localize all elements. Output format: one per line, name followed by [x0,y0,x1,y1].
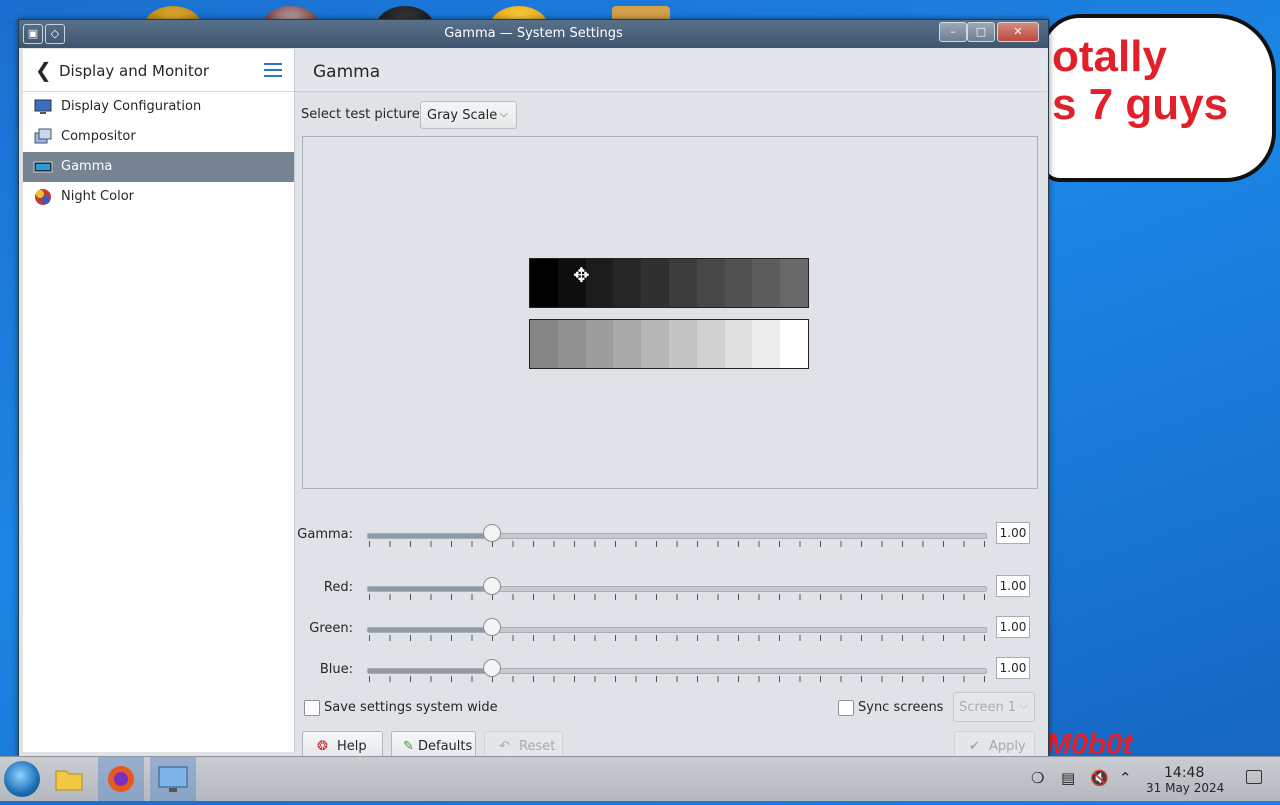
window-title: Gamma — System Settings [444,26,623,41]
green-slider-row: Green: 1.00 [295,616,1047,646]
blue-slider-handle[interactable] [482,659,501,677]
test-picture-preview: ✥ [302,136,1038,489]
sidebar-item-label: Night Color [61,189,134,204]
sync-screens-label: Sync screens [858,700,944,715]
reset-icon: ↶ [499,739,510,754]
compositor-icon [34,128,52,144]
maximize-button[interactable]: □ [967,22,995,42]
speech-bubble: otally s 7 guys [1040,14,1276,182]
blue-ticks [369,676,985,682]
firefox-task[interactable] [98,757,144,801]
close-button[interactable]: ✕ [997,22,1039,42]
red-label: Red: [323,580,353,595]
hamburger-menu-icon[interactable] [264,63,282,81]
gamma-label: Gamma: [297,527,353,542]
blue-label: Blue: [319,662,353,677]
chevron-down-icon: ⌵ [1019,699,1028,712]
sync-screens-checkbox[interactable] [838,700,854,716]
sidebar-item-compositor[interactable]: Compositor [23,122,294,152]
sidebar-item-label: Display Configuration [61,99,202,114]
speech-line-1: otally [1052,32,1167,81]
sidebar-item-night-color[interactable]: Night Color [23,182,294,212]
gamma-page: Gamma Select test picture: Gray Scale ⌵ [295,49,1047,763]
system-settings-task[interactable] [150,757,196,801]
file-manager-task[interactable] [46,757,92,801]
help-icon: ❂ [317,739,328,754]
help-button-label: Help [337,739,367,754]
green-slider[interactable] [367,627,987,633]
taskbar: ❍ ▤ 🔇 ⌃ 14:48 31 May 2024 [0,756,1280,801]
test-picture-value: Gray Scale [427,108,498,123]
move-cursor-icon: ✥ [573,263,590,287]
gamma-icon [33,161,53,173]
firefox-icon [108,766,134,792]
red-value-field[interactable]: 1.00 [996,575,1030,597]
red-slider-row: Red: 1.00 [295,575,1047,605]
night-color-icon [35,189,51,205]
checkmark-icon: ✔ [969,739,980,754]
minimize-button[interactable]: – [939,22,967,42]
save-system-wide-label: Save settings system wide [324,700,498,715]
clock-date[interactable]: 31 May 2024 [1146,781,1224,795]
chevron-down-icon: ⌵ [499,107,508,120]
settings-monitor-icon [158,766,188,792]
defaults-button-label: Defaults [418,739,473,754]
grayscale-strip-light [529,319,809,369]
show-desktop-icon[interactable] [1246,770,1262,784]
page-header: Gamma [295,49,1047,92]
title-bar[interactable]: ▣ ◇ Gamma — System Settings – □ ✕ [19,20,1048,48]
grayscale-strip-dark [529,258,809,308]
sidebar-item-gamma[interactable]: Gamma [23,152,294,182]
screen-value: Screen 1 [959,700,1017,715]
folder-icon [55,770,83,791]
gamma-slider-row: Gamma: 1.00 [295,522,1047,552]
reset-button-label: Reset [519,739,556,754]
green-slider-handle[interactable] [482,618,501,636]
green-value-field[interactable]: 1.00 [996,616,1030,638]
volume-muted-icon[interactable]: 🔇 [1090,769,1109,787]
system-settings-window: ▣ ◇ Gamma — System Settings – □ ✕ ❮ Disp… [18,19,1049,763]
apply-button-label: Apply [989,739,1026,754]
start-menu-button[interactable] [4,761,40,797]
page-title: Gamma [313,62,381,82]
screen-dropdown[interactable]: Screen 1 ⌵ [953,692,1035,722]
gamma-value-field[interactable]: 1.00 [996,522,1030,544]
sidebar-item-display-configuration[interactable]: Display Configuration [23,92,294,122]
network-icon[interactable]: ❍ [1031,769,1044,787]
sidebar-item-label: Gamma [61,159,113,174]
sidebar: ❮ Display and Monitor Display Configurat… [23,49,295,752]
monitor-icon [34,99,52,114]
clock-time[interactable]: 14:48 [1164,765,1204,781]
clipboard-icon[interactable]: ▤ [1061,769,1075,787]
test-picture-dropdown[interactable]: Gray Scale ⌵ [420,101,517,129]
sidebar-item-label: Compositor [61,129,136,144]
sidebar-header: ❮ Display and Monitor [23,49,294,92]
blue-slider[interactable] [367,668,987,674]
back-arrow-icon[interactable]: ❮ [35,58,52,82]
red-slider-handle[interactable] [482,577,501,595]
tray-expand-icon[interactable]: ⌃ [1119,769,1132,787]
gamma-slider-handle[interactable] [482,524,501,542]
green-ticks [369,635,985,641]
green-label: Green: [309,621,353,636]
test-picture-label: Select test picture: [301,107,425,122]
red-slider[interactable] [367,586,987,592]
blue-slider-row: Blue: 1.00 [295,657,1047,687]
blue-value-field[interactable]: 1.00 [996,657,1030,679]
gamma-ticks [369,541,985,547]
speech-line-2: s 7 guys [1052,80,1229,129]
sidebar-title: Display and Monitor [59,62,210,80]
red-ticks [369,594,985,600]
gamma-slider[interactable] [367,533,987,539]
save-system-wide-checkbox[interactable] [304,700,320,716]
defaults-icon: ✎ [403,739,414,754]
